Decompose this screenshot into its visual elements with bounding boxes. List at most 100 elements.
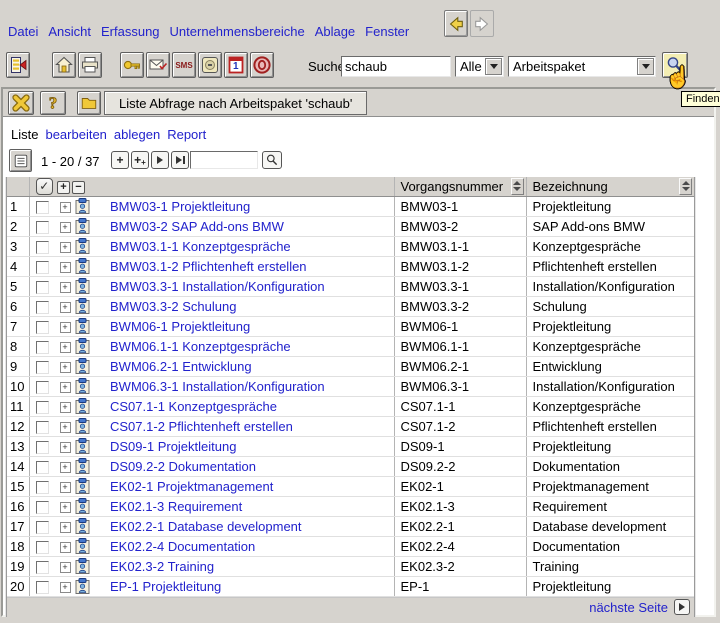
workpackage-link[interactable]: BMW03-2 SAP Add-ons BMW [101,219,284,234]
add-multiple-button[interactable]: ++ [131,151,149,169]
expand-button[interactable] [60,502,71,513]
chevron-down-icon[interactable] [485,58,502,75]
workpackage-link[interactable]: BWM06.2-1 Entwicklung [101,359,252,374]
expand-button[interactable] [60,402,71,413]
row-checkbox[interactable] [36,221,49,234]
workpackage-link[interactable]: CS07.1-2 Pflichtenheft erstellen [101,419,293,434]
nav-list-button[interactable] [6,52,30,78]
row-checkbox[interactable] [36,321,49,334]
workpackage-link[interactable]: DS09-1 Projektleitung [101,439,236,454]
calendar-button[interactable]: 1 [224,52,248,78]
add-button[interactable]: + [111,151,129,169]
workpackage-link[interactable]: EK02.3-2 Training [101,559,214,574]
expand-button[interactable] [60,362,71,373]
sms-button[interactable]: SMS [172,52,196,78]
folder-button[interactable] [77,91,101,115]
mail-button[interactable] [146,52,170,78]
menu-item-ansicht[interactable]: Ansicht [48,24,91,39]
row-checkbox[interactable] [36,281,49,294]
expand-button[interactable] [60,382,71,393]
archive-button[interactable] [198,52,222,78]
list-view-button[interactable] [9,149,32,172]
select-all-checkbox[interactable] [36,178,53,195]
workpackage-link[interactable]: BMW03-1 Projektleitung [101,199,250,214]
expand-button[interactable] [60,422,71,433]
workpackage-link[interactable]: EK02.1-3 Requirement [101,499,242,514]
column-header-vorgangsnummer[interactable]: Vorgangsnummer [401,179,504,194]
workpackage-link[interactable]: BMW03.1-2 Pflichtenheft erstellen [101,259,307,274]
menu-item-datei[interactable]: Datei [8,24,38,39]
row-checkbox[interactable] [36,441,49,454]
workpackage-link[interactable]: EP-1 Projektleitung [101,579,221,594]
workpackage-link[interactable]: BMW03.3-1 Installation/Konfiguration [101,279,325,294]
workpackage-link[interactable]: BWM06.3-1 Installation/Konfiguration [101,379,325,394]
row-checkbox[interactable] [36,481,49,494]
sort-icon[interactable] [679,178,692,195]
workpackage-link[interactable]: CS07.1-1 Konzeptgespräche [101,399,277,414]
row-checkbox[interactable] [36,461,49,474]
key-button[interactable] [120,52,144,78]
power-button[interactable] [250,52,274,78]
row-checkbox[interactable] [36,561,49,574]
row-checkbox[interactable] [36,421,49,434]
row-checkbox[interactable] [36,501,49,514]
expand-button[interactable] [60,542,71,553]
expand-button[interactable] [60,582,71,593]
workpackage-link[interactable]: BMW03.3-2 Schulung [101,299,236,314]
row-checkbox[interactable] [36,581,49,594]
column-header-bezeichnung[interactable]: Bezeichnung [533,179,608,194]
forward-button[interactable] [470,10,494,37]
expand-button[interactable] [60,482,71,493]
workpackage-link[interactable]: BWM06.1-1 Konzeptgespräche [101,339,291,354]
row-checkbox[interactable] [36,261,49,274]
last-page-button[interactable] [171,151,189,169]
next-page-link[interactable]: nächste Seite [589,600,668,615]
category-select[interactable]: Arbeitspaket [508,56,656,77]
menu-item-ablage[interactable]: Ablage [315,24,355,39]
home-button[interactable] [52,52,76,78]
workpackage-link[interactable]: DS09.2-2 Dokumentation [101,459,256,474]
row-checkbox[interactable] [36,301,49,314]
expand-button[interactable] [60,302,71,313]
quick-search-button[interactable] [262,151,282,169]
search-input[interactable] [341,56,451,77]
menu-item-erfassung[interactable]: Erfassung [101,24,160,39]
workpackage-link[interactable]: EK02.2-4 Documentation [101,539,255,554]
expand-all-button[interactable]: + [57,181,70,194]
expand-button[interactable] [60,262,71,273]
expand-button[interactable] [60,202,71,213]
expand-button[interactable] [60,342,71,353]
row-checkbox[interactable] [36,401,49,414]
quick-filter-input[interactable] [190,151,258,169]
row-checkbox[interactable] [36,521,49,534]
close-button[interactable] [8,91,34,115]
bearbeiten-link[interactable]: bearbeiten [45,127,106,142]
workpackage-link[interactable]: BWM06-1 Projektleitung [101,319,250,334]
scope-select[interactable]: Alle [455,56,504,77]
next-page-button-top[interactable] [151,151,169,169]
chevron-down-icon[interactable] [637,58,654,75]
workpackage-link[interactable]: EK02.2-1 Database development [101,519,302,534]
row-checkbox[interactable] [36,341,49,354]
row-checkbox[interactable] [36,361,49,374]
ablegen-link[interactable]: ablegen [114,127,160,142]
expand-button[interactable] [60,322,71,333]
menu-item-unternehmensbereiche[interactable]: Unternehmensbereiche [170,24,305,39]
sort-icon[interactable] [511,178,524,195]
row-checkbox[interactable] [36,541,49,554]
expand-button[interactable] [60,222,71,233]
expand-button[interactable] [60,522,71,533]
expand-button[interactable] [60,282,71,293]
expand-button[interactable] [60,442,71,453]
expand-button[interactable] [60,242,71,253]
row-checkbox[interactable] [36,381,49,394]
report-link[interactable]: Report [167,127,206,142]
row-checkbox[interactable] [36,241,49,254]
back-button[interactable] [444,10,468,37]
workpackage-link[interactable]: BMW03.1-1 Konzeptgespräche [101,239,291,254]
help-button[interactable]: ? [40,91,66,115]
menu-item-fenster[interactable]: Fenster [365,24,409,39]
print-button[interactable] [78,52,102,78]
workpackage-link[interactable]: EK02-1 Projektmanagement [101,479,273,494]
row-checkbox[interactable] [36,201,49,214]
